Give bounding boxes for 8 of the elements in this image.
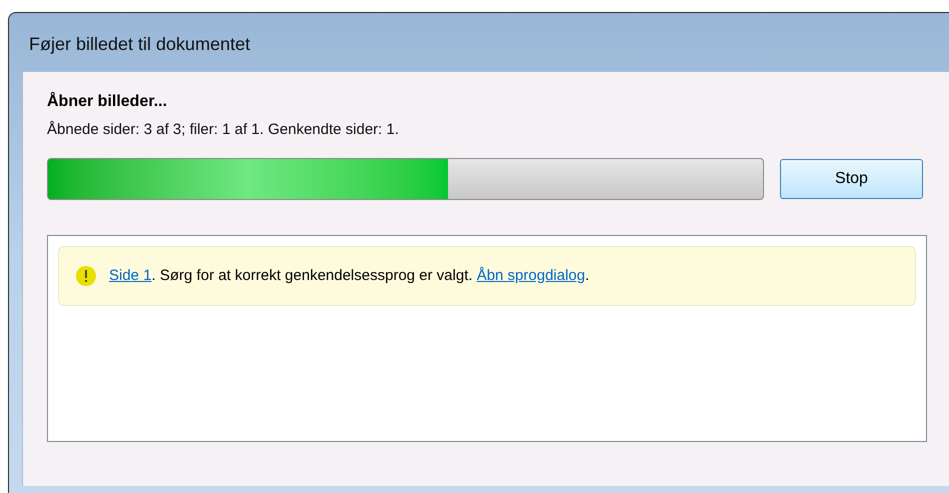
status-heading: Åbner billeder... [47, 92, 168, 112]
status-detail: Åbnede sider: 3 af 3; filer: 1 af 1. Genkendte sider: 1. [47, 120, 400, 140]
window-title: Føjer billedet til dokumentet [29, 32, 250, 56]
stop-button[interactable]: Stop [780, 159, 923, 199]
warning-icon [75, 265, 97, 287]
message-text: Side 1. Sørg for at korrekt genkendelsessprog er valgt. Åbn sprogdialog. [109, 266, 590, 286]
message-link[interactable]: Side 1 [109, 266, 152, 284]
message-link[interactable]: Åbn sprogdialog [476, 266, 586, 284]
